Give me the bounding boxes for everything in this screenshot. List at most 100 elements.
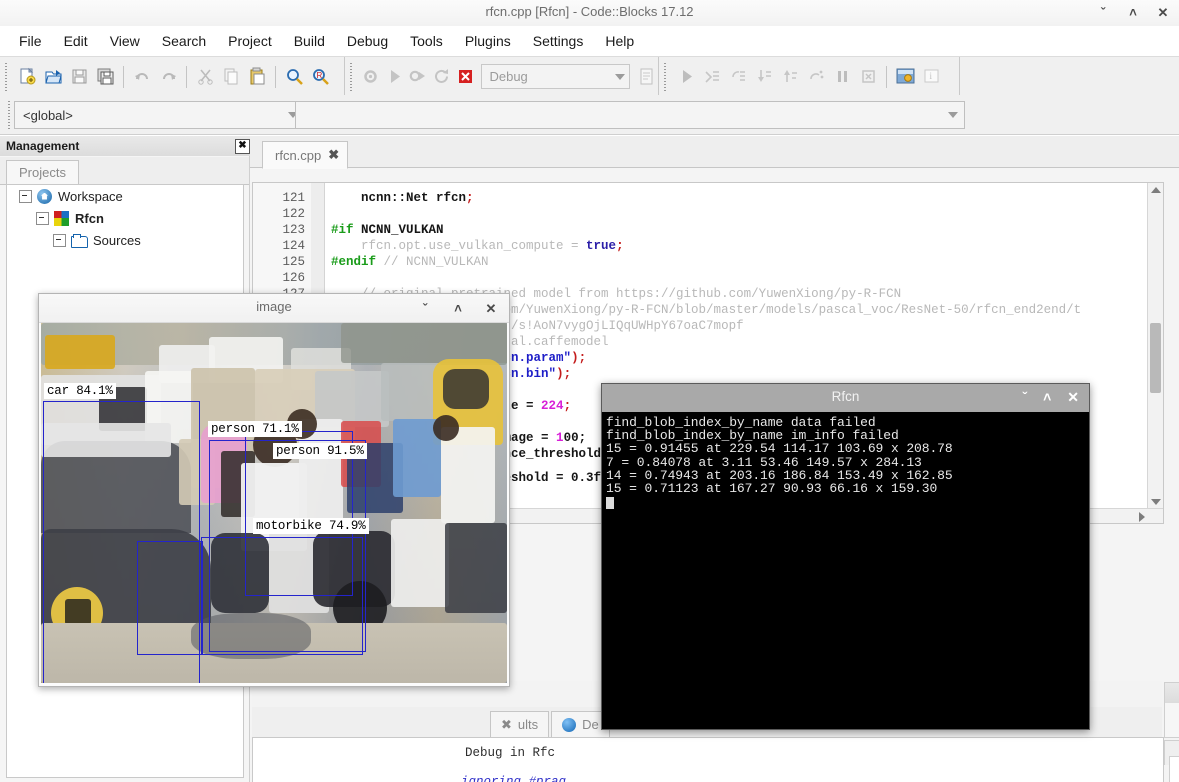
maximize-icon[interactable]: ˄ bbox=[1043, 388, 1051, 406]
menu-plugins[interactable]: Plugins bbox=[454, 30, 522, 52]
traffic-photo: car 84.1% person 71.1% person 91.5% moto… bbox=[41, 323, 507, 683]
maximize-icon[interactable]: ˄ bbox=[1125, 3, 1141, 21]
build-target-select[interactable]: Debug bbox=[481, 64, 631, 89]
menu-project[interactable]: Project bbox=[217, 30, 283, 52]
debug-info-icon: i bbox=[918, 62, 944, 92]
menu-tools[interactable]: Tools bbox=[399, 30, 454, 52]
window-controls: ˇ ˄ ✕ bbox=[1095, 3, 1171, 21]
paste-icon[interactable] bbox=[244, 62, 270, 92]
close-icon[interactable]: ✖ bbox=[235, 139, 250, 154]
minimize-icon[interactable]: ˇ bbox=[1095, 3, 1111, 21]
scroll-down-icon[interactable] bbox=[1151, 499, 1161, 505]
build-and-run-icon bbox=[406, 62, 430, 92]
toolbar-row: R Debug i bbox=[0, 56, 1179, 97]
tree-item-sources[interactable]: Sources bbox=[7, 229, 243, 251]
collapse-toggle-icon[interactable] bbox=[53, 233, 66, 247]
toolbar-separator bbox=[275, 65, 276, 88]
tab-search-results[interactable]: ✖ ults bbox=[490, 711, 550, 737]
image-window-controls: ˇ ˄ ✕ bbox=[417, 299, 499, 317]
management-panel-title: Management bbox=[6, 139, 80, 153]
window-titlebar: rfcn.cpp [Rfcn] - Code::Blocks 17.12 ˇ ˄… bbox=[0, 0, 1179, 27]
management-panel-header: Management ✖ bbox=[0, 136, 255, 156]
menu-help[interactable]: Help bbox=[594, 30, 645, 52]
search-icon[interactable] bbox=[281, 62, 307, 92]
close-icon[interactable]: ✖ bbox=[328, 147, 339, 163]
scope-value: <global> bbox=[23, 107, 73, 123]
management-tabbar: Projects bbox=[0, 157, 249, 185]
collapse-toggle-icon[interactable] bbox=[19, 189, 32, 203]
terminal-title: Rfcn bbox=[831, 389, 860, 404]
replace-icon[interactable]: R bbox=[307, 62, 333, 92]
build-icon bbox=[358, 62, 382, 92]
undo-icon bbox=[129, 62, 155, 92]
scope-select[interactable]: <global> bbox=[14, 101, 305, 129]
detection-label-car: car 84.1% bbox=[44, 383, 116, 399]
editor-vertical-scrollbar[interactable] bbox=[1147, 183, 1163, 523]
open-file-icon[interactable] bbox=[40, 62, 66, 92]
detection-label-person-2: person 91.5% bbox=[273, 443, 367, 459]
tree-item-rfcn[interactable]: Rfcn bbox=[7, 207, 243, 229]
save-icon[interactable] bbox=[66, 62, 92, 92]
line-number: 124 bbox=[282, 239, 305, 253]
detection-box-motorbike bbox=[201, 537, 363, 655]
log-row: ignoring #prag bbox=[253, 767, 1163, 782]
project-icon bbox=[54, 210, 69, 226]
collapse-toggle-icon[interactable] bbox=[36, 211, 49, 225]
abort-build-icon[interactable] bbox=[454, 62, 478, 92]
debug-step-into-icon bbox=[751, 62, 777, 92]
tree-item-workspace[interactable]: Workspace bbox=[7, 185, 243, 207]
minimize-icon[interactable]: ˇ bbox=[417, 299, 433, 317]
maximize-icon[interactable]: ˄ bbox=[450, 299, 466, 317]
menu-file[interactable]: File bbox=[8, 30, 53, 52]
menu-view[interactable]: View bbox=[99, 30, 151, 52]
tab-rfcn-cpp[interactable]: rfcn.cpp ✖ bbox=[262, 141, 349, 169]
scrollbar-thumb[interactable] bbox=[1150, 323, 1161, 393]
gear-icon bbox=[562, 717, 577, 732]
save-all-icon[interactable] bbox=[92, 62, 118, 92]
run-icon bbox=[382, 62, 406, 92]
compiler-toolbar: Debug bbox=[345, 57, 659, 96]
build-log-list[interactable]: Debug in Rfc ignoring #prag /home/pi/sof… bbox=[252, 737, 1164, 782]
chevron-down-icon bbox=[948, 112, 958, 118]
image-window[interactable]: image ˇ ˄ ✕ car 84.1% person 71.1% perso… bbox=[38, 293, 510, 687]
scroll-up-icon[interactable] bbox=[1151, 187, 1161, 193]
menu-edit[interactable]: Edit bbox=[53, 30, 99, 52]
folder-icon bbox=[71, 233, 88, 248]
scroll-right-icon[interactable] bbox=[1139, 512, 1145, 522]
toolbar-grip[interactable] bbox=[5, 100, 14, 130]
menu-search[interactable]: Search bbox=[151, 30, 217, 52]
code-line-125: #endif // NCNN_VULKAN bbox=[331, 255, 489, 269]
close-icon[interactable]: ✕ bbox=[483, 299, 499, 317]
menu-build[interactable]: Build bbox=[283, 30, 336, 52]
tab-projects[interactable]: Projects bbox=[6, 160, 79, 185]
debug-continue-icon bbox=[673, 62, 699, 92]
redo-icon bbox=[155, 62, 181, 92]
close-icon[interactable]: ✕ bbox=[1155, 3, 1171, 21]
debugging-windows-icon[interactable] bbox=[892, 62, 918, 92]
search-results-icon: ✖ bbox=[501, 716, 512, 732]
minimize-icon[interactable]: ˇ bbox=[1022, 388, 1027, 406]
function-select[interactable] bbox=[295, 101, 965, 129]
log-row: Debug in Rfc bbox=[253, 738, 1163, 767]
terminal-window-controls: ˇ ˄ ✕ bbox=[1022, 388, 1079, 406]
menu-settings[interactable]: Settings bbox=[522, 30, 595, 52]
terminal-window[interactable]: Rfcn ˇ ˄ ✕ find_blob_index_by_name data … bbox=[601, 383, 1090, 730]
terminal-line: 7 = 0.84078 at 3.11 53.46 149.57 x 284.1… bbox=[606, 454, 922, 470]
line-number: 123 bbox=[282, 223, 305, 237]
log-message: Debug in Rfc bbox=[465, 745, 556, 760]
terminal-line: 15 = 0.71123 at 167.27 90.93 66.16 x 159… bbox=[606, 481, 938, 497]
detection-label-person-1: person 71.1% bbox=[208, 421, 302, 437]
terminal-output[interactable]: find_blob_index_by_name data failed find… bbox=[602, 412, 1089, 728]
debug-step-instruction-icon bbox=[803, 62, 829, 92]
toolbar-grip[interactable] bbox=[2, 61, 11, 92]
toolbar-grip[interactable] bbox=[347, 61, 356, 92]
right-panel-field[interactable] bbox=[1169, 756, 1179, 782]
toolbar-grip[interactable] bbox=[661, 61, 670, 92]
new-file-icon[interactable] bbox=[14, 62, 40, 92]
menu-debug[interactable]: Debug bbox=[336, 30, 399, 52]
image-canvas: car 84.1% person 71.1% person 91.5% moto… bbox=[41, 323, 507, 683]
menubar: File Edit View Search Project Build Debu… bbox=[0, 26, 1179, 56]
close-icon[interactable]: ✕ bbox=[1067, 388, 1079, 406]
line-number: 126 bbox=[282, 271, 305, 285]
debug-step-out-icon bbox=[777, 62, 803, 92]
